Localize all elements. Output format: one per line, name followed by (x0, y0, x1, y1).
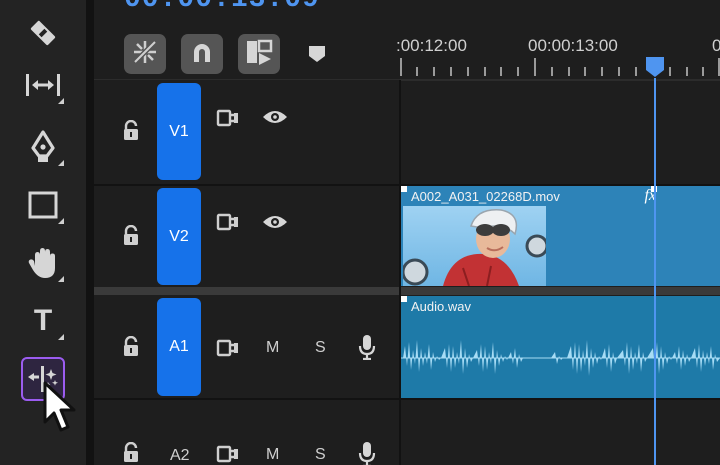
track-target-v1[interactable]: V1 (157, 83, 201, 180)
ruler-label: 00:00:13:00 (528, 36, 618, 55)
insert-overwrite-icon (245, 39, 273, 70)
sync-lock-icon[interactable] (216, 338, 240, 358)
add-marker-button[interactable] (307, 44, 327, 64)
lock-icon[interactable] (122, 441, 140, 464)
ruler-tick (400, 58, 402, 76)
video-audio-divider[interactable] (94, 287, 720, 295)
tool-flyout-indicator (58, 160, 64, 166)
hand-tool[interactable] (20, 240, 66, 286)
ruler-tick (551, 67, 553, 76)
sync-lock-icon[interactable] (216, 444, 240, 464)
clip-thumbnail (403, 206, 546, 286)
ruler-tick (669, 67, 671, 76)
ruler-tick (702, 67, 704, 76)
pen-tool[interactable] (20, 124, 66, 170)
pen-icon (27, 130, 59, 164)
clip-name: A002_A031_02268D.mov (411, 189, 560, 204)
audio-waveform (401, 340, 720, 376)
audio-clip[interactable]: Audio.wav (401, 296, 720, 398)
lock-icon[interactable] (122, 119, 140, 142)
type-icon: T (33, 304, 53, 337)
razor-tool[interactable] (20, 10, 66, 56)
sync-lock-icon[interactable] (216, 212, 240, 232)
mute-button[interactable]: M (266, 339, 279, 357)
nest-button[interactable] (238, 34, 280, 74)
lock-icon[interactable] (122, 224, 140, 247)
tool-flyout-indicator (58, 276, 64, 282)
track-target-a1[interactable]: A1 (157, 298, 201, 396)
clip-start-marker (401, 186, 407, 192)
lock-icon[interactable] (122, 335, 140, 358)
ruler-tick (517, 67, 519, 76)
ruler-tick (484, 67, 486, 76)
ruler-tick (450, 67, 452, 76)
solo-button[interactable]: S (315, 339, 326, 357)
solo-button[interactable]: S (315, 446, 326, 464)
microphone-icon[interactable] (358, 334, 376, 361)
linked-selection-icon (131, 38, 159, 71)
rectangle-tool[interactable] (20, 182, 66, 228)
video-clip[interactable]: A002_A031_02268D.mov fx (401, 186, 720, 286)
snap-button[interactable] (124, 34, 166, 74)
clip-start-marker (401, 296, 407, 302)
razor-icon (27, 17, 59, 49)
playhead-timecode[interactable]: 00:00:13:09 (124, 0, 320, 15)
ruler-tick (433, 67, 435, 76)
sync-lock-icon[interactable] (216, 108, 240, 128)
eye-icon[interactable] (262, 213, 288, 233)
rectangle-icon (28, 191, 58, 219)
ruler-tick (686, 67, 688, 76)
magnet-icon (190, 40, 214, 69)
tool-flyout-indicator (58, 98, 64, 104)
panel-divider[interactable] (86, 0, 94, 465)
eye-icon[interactable] (262, 108, 288, 128)
marker-icon (307, 46, 327, 68)
ruler-label: :00:12:00 (396, 36, 467, 55)
microphone-icon[interactable] (358, 441, 376, 465)
type-tool[interactable]: T (20, 298, 66, 344)
mouse-pointer-icon (42, 380, 82, 436)
track-target-v2[interactable]: V2 (157, 188, 201, 285)
magnet-button[interactable] (181, 34, 223, 74)
track-divider[interactable] (94, 398, 720, 400)
slip-icon (24, 70, 62, 100)
ruler-tick (568, 67, 570, 76)
ruler-tick (416, 67, 418, 76)
ruler-tick (584, 67, 586, 76)
timeline-header: 00:00:13:09 (94, 0, 720, 80)
clip-name: Audio.wav (411, 299, 471, 314)
ruler-tick (534, 58, 536, 76)
ruler-tick (618, 67, 620, 76)
ruler-tick (467, 67, 469, 76)
ruler-label: 0 (712, 36, 720, 55)
tool-flyout-indicator (58, 334, 64, 340)
track-target-a2[interactable]: A2 (170, 447, 190, 465)
playhead[interactable] (654, 78, 656, 465)
playhead-handle[interactable] (645, 56, 665, 78)
mute-button[interactable]: M (266, 446, 279, 464)
ruler-tick (500, 67, 502, 76)
time-ruler[interactable]: :00:12:00 00:00:13:00 0 (396, 30, 720, 80)
hand-icon (27, 246, 59, 280)
tool-flyout-indicator (58, 218, 64, 224)
ruler-tick (635, 67, 637, 76)
slip-tool[interactable] (20, 62, 66, 108)
ruler-tick (601, 67, 603, 76)
